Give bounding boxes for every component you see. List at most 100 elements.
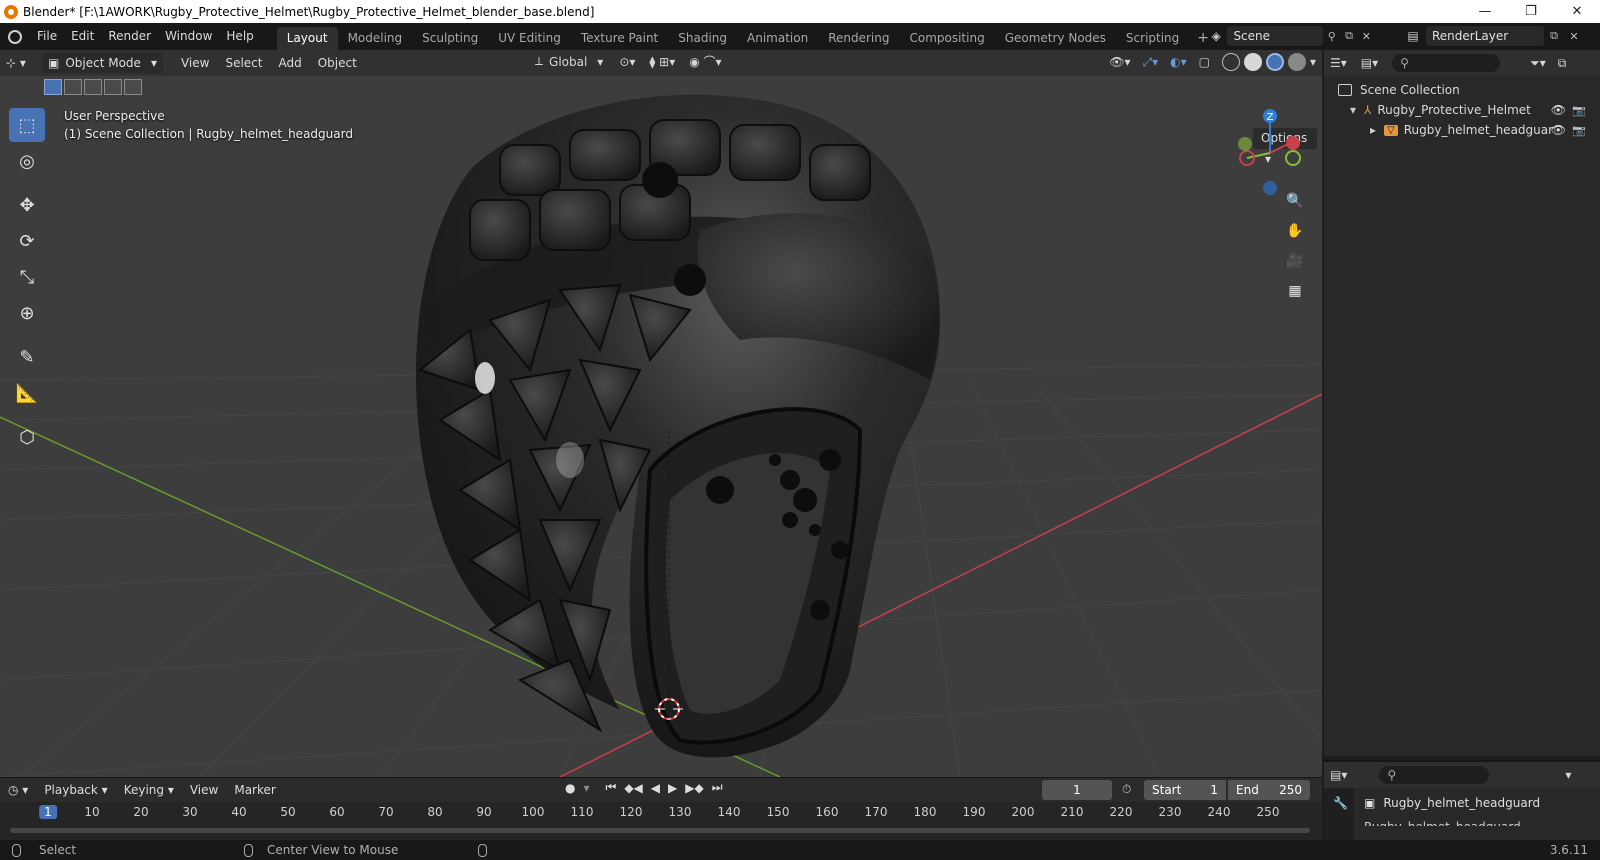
outliner-item[interactable]: ▸ ▽ Rugby_helmet_headguar 👁 📷 <box>1324 120 1600 140</box>
new-collection-icon[interactable]: ⧉ <box>1558 56 1567 71</box>
camera-icon[interactable]: 📷 <box>1572 124 1586 137</box>
tab-modeling[interactable]: Modeling <box>338 27 413 50</box>
3d-viewport[interactable]: ⊹ ▾ ▣ Object Mode ▾ View Select Add Obje… <box>0 50 1322 777</box>
outliner-item[interactable]: ▾ ⅄ Rugby_Protective_Helmet 👁 📷 <box>1324 100 1600 120</box>
rendered-shading-icon[interactable] <box>1287 53 1306 71</box>
editor-type-dropdown[interactable]: ⊹ ▾ <box>0 53 40 73</box>
annotate-tool-icon[interactable]: ✎ <box>9 340 45 374</box>
menu-help[interactable]: Help <box>219 23 260 50</box>
transform-orientation-dropdown[interactable]: ⟂ Global ▾ ⊙▾ ⧫ ⊞▾ ◉ ⌒▾ <box>535 53 722 70</box>
solid-shading-icon[interactable] <box>1243 53 1262 71</box>
properties-editor-type-icon[interactable]: ▤▾ <box>1330 768 1347 782</box>
tab-uv-editing[interactable]: UV Editing <box>488 27 571 50</box>
menu-object[interactable]: Object <box>310 56 365 70</box>
play-reverse-icon[interactable]: ◀ <box>651 781 660 795</box>
tab-texture-paint[interactable]: Texture Paint <box>571 27 668 50</box>
viewport-scene[interactable] <box>0 50 1322 777</box>
menu-marker[interactable]: Marker <box>226 783 283 797</box>
visibility-icon[interactable]: 👁▾ <box>1109 55 1130 69</box>
menu-view[interactable]: View <box>173 56 217 70</box>
menu-keying[interactable]: Keying ▾ <box>116 783 182 797</box>
properties-search-input[interactable]: ⚲ <box>1379 766 1490 784</box>
select-invert-icon[interactable] <box>104 79 122 95</box>
outliner-scene-collection[interactable]: Scene Collection <box>1324 80 1600 100</box>
cursor-tool-icon[interactable]: ◎ <box>9 144 45 178</box>
pin-scene-icon[interactable]: ⚲ <box>1323 26 1340 46</box>
maximize-button[interactable]: ❐ <box>1508 0 1554 23</box>
timeline-editor-type-icon[interactable]: ◷ ▾ <box>0 783 36 797</box>
measure-tool-icon[interactable]: 📐 <box>9 376 45 410</box>
tab-compositing[interactable]: Compositing <box>899 27 994 50</box>
tab-layout[interactable]: Layout <box>276 27 338 50</box>
select-subtract-icon[interactable] <box>84 79 102 95</box>
chevron-down-icon[interactable]: ▾ <box>583 781 589 795</box>
gizmo-toggle-icon[interactable]: ⤢▾ <box>1143 55 1159 70</box>
select-new-icon[interactable] <box>44 79 62 95</box>
chevron-down-icon[interactable]: ▾ <box>1565 768 1571 782</box>
scale-tool-icon[interactable]: ⤡ <box>9 260 45 294</box>
material-shading-icon[interactable] <box>1265 53 1284 71</box>
menu-edit[interactable]: Edit <box>64 23 101 50</box>
filter-icon[interactable]: ⏷▾ <box>1530 56 1546 71</box>
expand-arrow-icon[interactable]: ▸ <box>1370 123 1376 137</box>
active-object-row[interactable]: ▣ Rugby_helmet_headguard 📌 <box>1364 796 1600 810</box>
display-mode-icon[interactable]: ▤▾ <box>1361 56 1378 70</box>
select-extend-icon[interactable] <box>64 79 82 95</box>
menu-select[interactable]: Select <box>217 56 270 70</box>
navigation-gizmo[interactable]: Z <box>1225 108 1315 198</box>
outliner-search-input[interactable]: ⚲ <box>1392 54 1501 72</box>
wireframe-shading-icon[interactable] <box>1221 53 1240 71</box>
shading-options-icon[interactable]: ▾ <box>1310 55 1316 69</box>
current-frame-field[interactable]: 1 <box>1042 780 1112 800</box>
tab-shading[interactable]: Shading <box>668 27 737 50</box>
xray-icon[interactable]: ▢ <box>1199 55 1210 69</box>
tab-animation[interactable]: Animation <box>737 27 818 50</box>
timeline-scrollbar[interactable] <box>10 828 1310 833</box>
eye-icon[interactable]: 👁 <box>1551 123 1566 137</box>
start-frame-field[interactable]: Start 1 <box>1144 780 1226 800</box>
select-box-tool-icon[interactable]: ⬚ <box>9 108 45 142</box>
add-cube-tool-icon[interactable]: ⬡ <box>9 420 45 454</box>
menu-playback[interactable]: Playback ▾ <box>36 783 115 797</box>
clock-icon[interactable]: ⏱ <box>1122 782 1131 797</box>
scene-name-field[interactable]: Scene <box>1227 26 1324 46</box>
rotate-tool-icon[interactable]: ⟳ <box>9 224 45 258</box>
delete-scene-icon[interactable]: ✕ <box>1358 26 1375 46</box>
select-intersect-icon[interactable] <box>124 79 142 95</box>
blender-logo-icon[interactable] <box>0 23 30 50</box>
eye-icon[interactable]: 👁 <box>1551 103 1566 117</box>
move-tool-icon[interactable]: ✥ <box>9 188 45 222</box>
tab-sculpting[interactable]: Sculpting <box>412 27 488 50</box>
close-button[interactable]: ✕ <box>1554 0 1600 23</box>
pivot-icon[interactable]: ⊙▾ <box>619 55 635 69</box>
tab-geometry-nodes[interactable]: Geometry Nodes <box>995 27 1116 50</box>
outliner-editor-type-icon[interactable]: ☰▾ <box>1330 56 1347 70</box>
overlays-icon[interactable]: ◐▾ <box>1170 55 1187 69</box>
jump-start-icon[interactable]: ⏮ <box>606 780 617 795</box>
view-layer-icon[interactable]: ▤ <box>1400 29 1426 43</box>
play-icon[interactable]: ▶ <box>668 781 677 795</box>
menu-add[interactable]: Add <box>270 56 309 70</box>
camera-icon[interactable]: 📷 <box>1572 104 1586 117</box>
new-view-layer-icon[interactable]: ⧉ <box>1544 26 1564 46</box>
prev-keyframe-icon[interactable]: ◆◀ <box>624 781 642 795</box>
scene-icon[interactable]: ◈ <box>1205 29 1227 43</box>
collapse-arrow-icon[interactable]: ▾ <box>1350 103 1356 117</box>
perspective-toggle-icon[interactable]: ▦ <box>1283 280 1307 302</box>
minimize-button[interactable]: — <box>1462 0 1508 23</box>
menu-timeline-view[interactable]: View <box>182 783 226 797</box>
pan-hand-icon[interactable]: ✋ <box>1283 220 1307 242</box>
tool-settings-icon[interactable]: 🔧 <box>1333 796 1348 810</box>
tab-scripting[interactable]: Scripting <box>1116 27 1189 50</box>
camera-view-icon[interactable]: 🎥 <box>1283 250 1307 272</box>
menu-render[interactable]: Render <box>101 23 158 50</box>
tab-rendering[interactable]: Rendering <box>818 27 899 50</box>
object-mode-dropdown[interactable]: ▣ Object Mode ▾ <box>42 53 163 73</box>
end-frame-field[interactable]: End 250 <box>1228 780 1310 800</box>
next-keyframe-icon[interactable]: ▶◆ <box>685 781 703 795</box>
zoom-icon[interactable]: 🔍 <box>1283 190 1307 212</box>
snap-icon[interactable]: ⧫ ⊞▾ <box>649 55 675 69</box>
jump-end-icon[interactable]: ⏭ <box>712 780 723 795</box>
menu-window[interactable]: Window <box>158 23 219 50</box>
timeline-ruler[interactable]: 1 10 20 30 40 50 60 70 80 90 100 110 120… <box>0 802 1322 824</box>
